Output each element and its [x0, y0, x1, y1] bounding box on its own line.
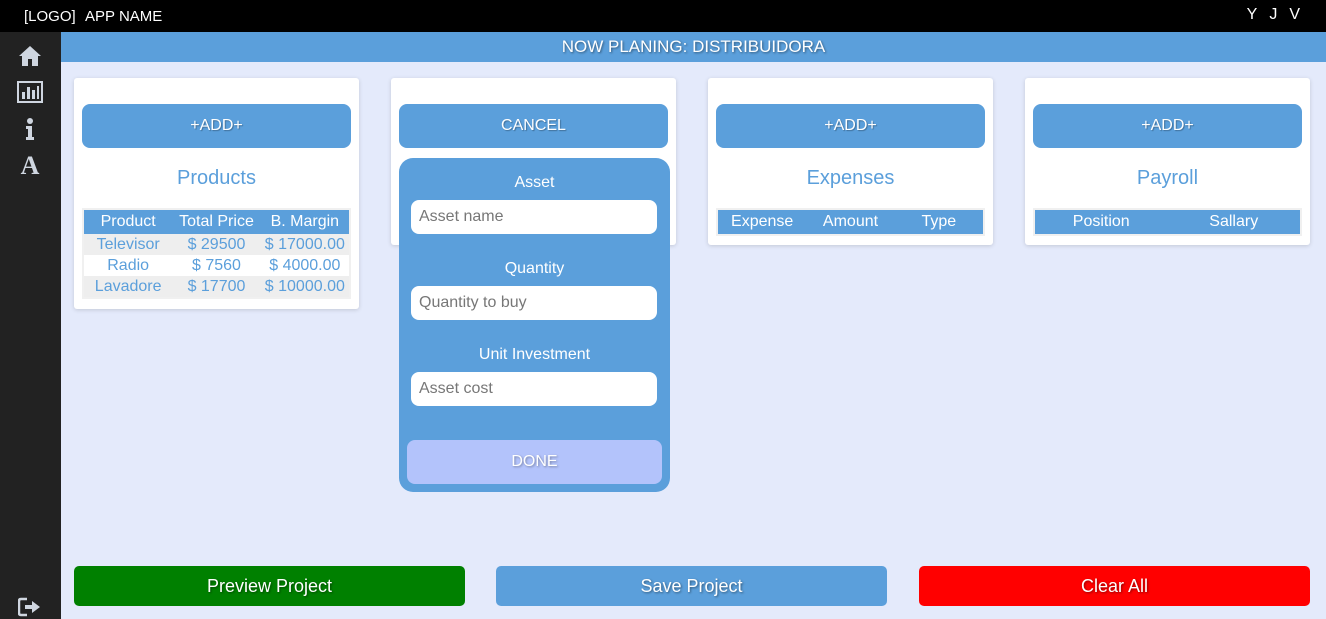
save-project-button[interactable]: Save Project [496, 566, 887, 606]
top-bar: [LOGO] APP NAME Y J V [0, 0, 1326, 32]
table-cell: $ 7560 [192, 256, 241, 274]
payroll-title: Payroll [1136, 167, 1199, 189]
user-initial-j[interactable]: J [1269, 6, 1277, 24]
expenses-table: Expense Amount Type [716, 208, 985, 236]
payroll-card: +ADD+ Payroll Position Sallary [1025, 78, 1310, 245]
user-initial-y[interactable]: Y [1247, 6, 1258, 24]
app-name: APP NAME [85, 8, 163, 25]
clear-all-button[interactable]: Clear All [919, 566, 1310, 606]
column-header: Product [100, 213, 156, 230]
column-header: Total Price [179, 213, 254, 230]
info-icon[interactable] [16, 115, 44, 143]
cancel-button[interactable]: CANCEL [399, 104, 668, 148]
expenses-card: +ADD+ Expenses Expense Amount Type [708, 78, 993, 245]
table-row[interactable]: Radio $ 7560 $ 4000.00 [84, 255, 349, 276]
table-row[interactable]: Televisor $ 29500 $ 17000.00 [84, 234, 349, 255]
table-cell: $ 29500 [187, 235, 246, 253]
table-cell: Televisor [96, 235, 160, 253]
quantity-input[interactable] [411, 286, 657, 320]
products-table: Product Total Price B. Margin Televisor … [82, 208, 351, 299]
chart-icon[interactable] [16, 78, 44, 106]
add-payroll-button[interactable]: +ADD+ [1033, 104, 1302, 148]
add-expense-button[interactable]: +ADD+ [716, 104, 985, 148]
expenses-title: Expenses [806, 167, 895, 189]
brand: [LOGO] APP NAME [24, 8, 168, 25]
column-header: Amount [822, 213, 879, 230]
table-cell: $ 17000.00 [264, 235, 345, 253]
products-title: Products [177, 167, 256, 189]
unit-investment-label: Unit Investment [478, 346, 591, 363]
column-header: Expense [731, 213, 794, 230]
table-cell: $ 17700 [187, 277, 246, 295]
column-header: Type [921, 213, 957, 230]
table-header: Position Sallary [1035, 210, 1300, 234]
column-header: Position [1072, 213, 1130, 230]
asset-cost-input[interactable] [411, 372, 657, 406]
logo: [LOGO] [24, 8, 76, 25]
table-row[interactable]: Lavadore $ 17700 $ 10000.00 [84, 276, 349, 297]
asset-name-input[interactable] [411, 200, 657, 234]
quantity-label: Quantity [504, 260, 565, 277]
table-cell: Lavadore [94, 277, 162, 295]
table-cell: $ 4000.00 [269, 256, 341, 274]
products-card: +ADD+ Products Product Total Price B. Ma… [74, 78, 359, 309]
user-initial-v[interactable]: V [1289, 6, 1300, 24]
table-header: Product Total Price B. Margin [84, 210, 349, 234]
add-product-button[interactable]: +ADD+ [82, 104, 351, 148]
preview-project-button[interactable]: Preview Project [74, 566, 465, 606]
planning-header: NOW PLANING: DISTRIBUIDORA [61, 32, 1326, 62]
column-header: Sallary [1209, 213, 1259, 230]
font-icon[interactable]: A [16, 151, 44, 179]
asset-label: Asset [514, 174, 555, 191]
table-cell: $ 10000.00 [264, 277, 345, 295]
home-icon[interactable] [16, 42, 44, 70]
table-cell: Radio [107, 256, 150, 274]
sidebar: A [0, 32, 61, 619]
column-header: B. Margin [270, 213, 340, 230]
logout-icon[interactable] [16, 593, 44, 619]
done-button[interactable]: DONE [407, 440, 662, 484]
table-header: Expense Amount Type [718, 210, 983, 234]
user-initials: Y J V [1247, 6, 1300, 24]
asset-form: Asset Quantity Unit Investment DONE [399, 158, 670, 492]
svg-text:A: A [21, 153, 40, 177]
payroll-table: Position Sallary [1033, 208, 1302, 236]
